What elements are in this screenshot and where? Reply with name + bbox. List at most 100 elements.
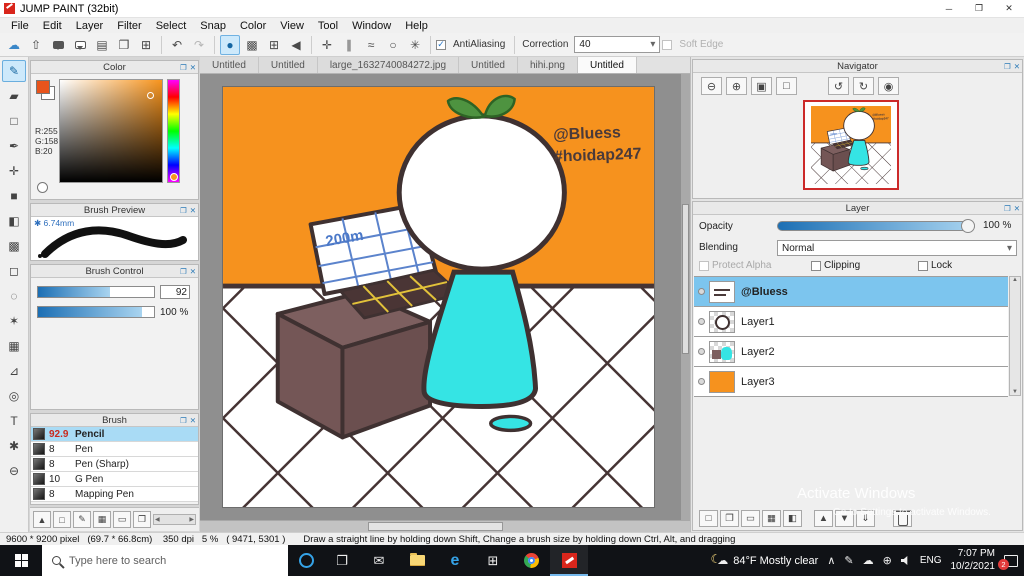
panel-close-icon[interactable]: ✕	[190, 205, 196, 216]
panel-float-icon[interactable]: ❐	[1004, 61, 1011, 72]
material-layer-button[interactable]: ▦	[762, 510, 781, 527]
menu-filter[interactable]: Filter	[110, 20, 148, 32]
snap-parallel-button[interactable]: ∥	[339, 35, 359, 55]
task-view-button[interactable]: ❐	[324, 545, 360, 576]
blending-select[interactable]: Normal ▾	[777, 240, 1017, 256]
delete-layer-button[interactable]	[893, 510, 912, 527]
brush-opacity-slider[interactable]	[37, 306, 155, 318]
tab-untitled-2[interactable]: Untitled	[258, 57, 318, 73]
scroll-up-button[interactable]: ▲	[33, 511, 51, 528]
minimize-button[interactable]: ─	[934, 0, 964, 18]
menu-color[interactable]: Color	[233, 20, 273, 32]
cortana-button[interactable]	[288, 545, 324, 576]
zoom-in-button[interactable]: ⊕	[726, 77, 747, 95]
start-button[interactable]	[0, 545, 42, 576]
menu-help[interactable]: Help	[398, 20, 435, 32]
menu-layer[interactable]: Layer	[69, 20, 111, 32]
new-layer-button[interactable]: □	[699, 510, 718, 527]
shape-tool-button[interactable]: □	[2, 110, 26, 132]
saturation-value-picker[interactable]	[59, 79, 163, 183]
eyedropper-tool-button[interactable]: ◎	[2, 385, 26, 407]
move-layer-up-button[interactable]: ▲	[814, 510, 833, 527]
notification-center-button[interactable]: 2	[998, 554, 1018, 570]
menu-file[interactable]: File	[4, 20, 36, 32]
text-tool-button[interactable]: T	[2, 410, 26, 432]
mask-layer-button[interactable]: ◧	[783, 510, 802, 527]
layer-visibility-icon[interactable]	[698, 318, 705, 325]
softedge-checkbox[interactable]	[662, 39, 673, 50]
redo-button[interactable]: ↷	[189, 35, 209, 55]
vertical-scrollbar[interactable]	[681, 74, 690, 520]
note-button[interactable]: ▤	[92, 35, 112, 55]
menu-window[interactable]: Window	[345, 20, 398, 32]
layer-row-layer2[interactable]: Layer2	[694, 337, 1008, 367]
rotate-right-button[interactable]: ↻	[853, 77, 874, 95]
horizontal-scroll-thumb[interactable]	[368, 522, 503, 531]
duplicate-layer-button[interactable]: ❐	[720, 510, 739, 527]
brush-item-pen[interactable]: 8 Pen	[31, 442, 198, 457]
panel-float-icon[interactable]: ❐	[180, 266, 187, 277]
opacity-slider[interactable]	[777, 218, 975, 233]
pattern-tool-button[interactable]: ▦	[2, 335, 26, 357]
layer-visibility-icon[interactable]	[698, 348, 705, 355]
tab-untitled-active[interactable]: Untitled	[577, 57, 637, 73]
vertical-scroll-thumb[interactable]	[682, 204, 689, 354]
pen-tool-button[interactable]: ✒	[2, 135, 26, 157]
publish-button[interactable]: ⇧	[26, 35, 46, 55]
new-brush-button[interactable]: □	[53, 511, 71, 528]
navigator-thumbnail[interactable]	[803, 100, 899, 190]
taskbar-app-mail[interactable]: ✉	[360, 545, 398, 576]
primary-color-swatch[interactable]	[36, 80, 50, 94]
transform-tool-button[interactable]: ⊿	[2, 360, 26, 382]
protect-alpha-checkbox[interactable]	[699, 260, 709, 271]
eraser-tool-button[interactable]: ▰	[2, 85, 26, 107]
layer-visibility-icon[interactable]	[698, 288, 705, 295]
snap-radial-button[interactable]: ✳	[405, 35, 425, 55]
lock-checkbox[interactable]	[918, 260, 928, 271]
menu-view[interactable]: View	[273, 20, 311, 32]
brush-size-slider[interactable]	[37, 286, 155, 298]
brush-size-value[interactable]: 92	[160, 285, 190, 299]
tab-untitled-3[interactable]: Untitled	[459, 57, 518, 73]
menu-edit[interactable]: Edit	[36, 20, 69, 32]
close-button[interactable]: ✕	[994, 0, 1024, 18]
zoom-fit-button[interactable]: ▣	[751, 77, 772, 95]
speaker-icon[interactable]	[900, 556, 908, 565]
layer-row-layer3[interactable]: Layer3	[694, 367, 1008, 397]
panel-float-icon[interactable]: ❐	[180, 62, 187, 73]
fill-tool-button[interactable]: ■	[2, 185, 26, 207]
flip-button[interactable]: ◀	[286, 35, 306, 55]
snap-off-button[interactable]: ✛	[317, 35, 337, 55]
table-button[interactable]: ⊞	[136, 35, 156, 55]
taskbar-app-store[interactable]: ⊞	[474, 545, 512, 576]
onedrive-icon[interactable]: ☁	[863, 554, 874, 567]
language-indicator[interactable]: ENG	[920, 555, 942, 566]
menu-tool[interactable]: Tool	[311, 20, 345, 32]
panel-close-icon[interactable]: ✕	[190, 62, 196, 73]
canvas-area[interactable]	[200, 74, 690, 520]
taskbar-app-jumppaint[interactable]	[550, 545, 588, 576]
panel-float-icon[interactable]: ❐	[180, 205, 187, 216]
menu-select[interactable]: Select	[149, 20, 194, 32]
chat-button[interactable]	[70, 35, 90, 55]
panel-float-icon[interactable]: ❐	[1004, 203, 1011, 214]
taskbar-app-chrome[interactable]	[512, 545, 550, 576]
brush-size-button[interactable]: ●	[220, 34, 240, 55]
wand-tool-button[interactable]: ✶	[2, 310, 26, 332]
opacity-knob[interactable]	[961, 218, 975, 233]
taskbar-clock[interactable]: 7:07 PM 10/2/2021	[951, 548, 996, 573]
brush-folder-button[interactable]: ▭	[113, 511, 131, 528]
tab-hihi-png[interactable]: hihi.png	[517, 57, 578, 73]
gradient-tool-button[interactable]: ▩	[2, 235, 26, 257]
show-hidden-icons-button[interactable]: ∧	[827, 554, 835, 567]
mini-scrollbar[interactable]: ◀ ▶	[153, 514, 196, 525]
snap-circle-button[interactable]: ○	[383, 35, 403, 55]
tone-button[interactable]: ▩	[242, 35, 262, 55]
hue-strip[interactable]	[167, 79, 180, 183]
panel-float-icon[interactable]: ❐	[180, 415, 187, 426]
rotate-left-button[interactable]: ↺	[828, 77, 849, 95]
save-brush-button[interactable]: ▦	[93, 511, 111, 528]
clipping-checkbox[interactable]	[811, 260, 821, 271]
menu-snap[interactable]: Snap	[193, 20, 233, 32]
hand-tool-button[interactable]: ✱	[2, 435, 26, 457]
